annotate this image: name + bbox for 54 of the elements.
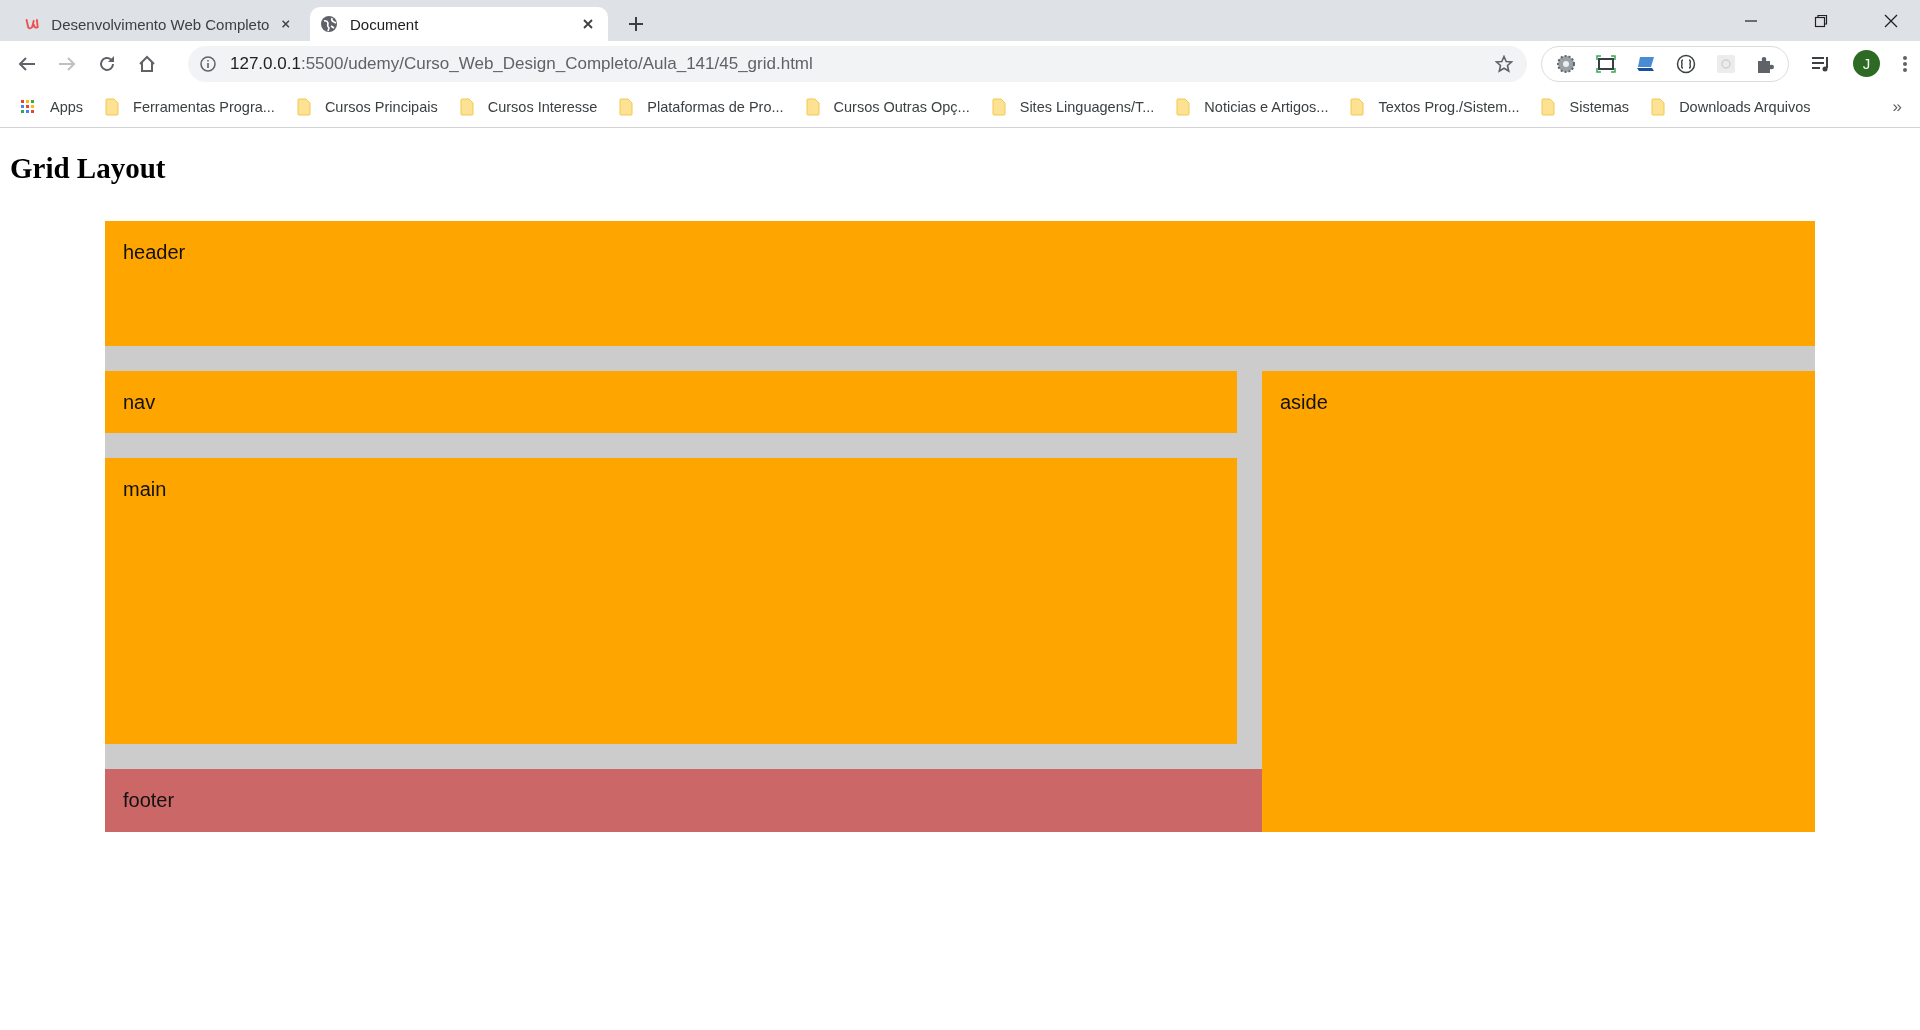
address-bar[interactable]: 127.0.0.1:5500/udemy/Curso_Web_Design_Completo/Aula_141/45_grid.html <box>188 45 1527 82</box>
reload-icon[interactable] <box>98 54 116 73</box>
folder-icon <box>1176 97 1191 116</box>
menu-icon[interactable] <box>1902 54 1908 73</box>
star-icon[interactable] <box>1495 54 1513 73</box>
bookmark-item[interactable]: Downloads Arquivos <box>1651 97 1811 116</box>
puzzle-icon[interactable] <box>1756 54 1774 73</box>
area-label: footer <box>123 789 175 811</box>
bookmark-item[interactable]: Cursos Outras Opç... <box>805 97 970 116</box>
folder-icon <box>105 97 120 116</box>
bookmark-item[interactable]: Textos Prog./Sistem... <box>1350 97 1520 116</box>
folder-icon <box>619 97 634 116</box>
bookmark-item[interactable]: Cursos Interesse <box>459 97 598 116</box>
folder-icon <box>1350 97 1365 116</box>
profile-avatar[interactable]: J <box>1853 50 1880 77</box>
url-text: 127.0.0.1:5500/udemy/Curso_Web_Design_Completo/Aula_141/45_grid.html <box>230 53 813 74</box>
back-arrow-icon[interactable] <box>18 55 36 72</box>
new-tab-icon[interactable] <box>628 16 644 32</box>
folder-icon <box>1541 97 1556 116</box>
bookmark-item[interactable]: Ferramentas Progra... <box>105 97 275 116</box>
area-label: main <box>123 478 167 500</box>
home-icon[interactable] <box>138 54 156 73</box>
tab-title: Desenvolvimento Web Completo <box>51 15 270 33</box>
area-label: nav <box>123 391 156 413</box>
media-list-icon[interactable] <box>1811 54 1831 73</box>
globe-icon <box>320 15 338 33</box>
bookmark-item[interactable]: Apps <box>20 98 84 115</box>
tab-title: Document <box>350 15 420 33</box>
bookmark-item[interactable]: Plataformas de Pro... <box>619 97 784 116</box>
close-icon[interactable] <box>582 18 594 30</box>
bookmark-item[interactable]: Sites Linguagens/T... <box>991 97 1155 116</box>
gear-icon[interactable] <box>1556 53 1576 74</box>
folder-icon <box>459 97 474 116</box>
browser-tab[interactable]: Desenvolvimento Web Completo <box>15 7 305 41</box>
bookmark-item[interactable]: Noticias e Artigos... <box>1176 97 1329 116</box>
area-label: aside <box>1280 391 1328 413</box>
screenshot-frame-icon[interactable] <box>1596 54 1616 73</box>
close-icon[interactable] <box>1884 13 1898 28</box>
info-icon <box>200 55 216 72</box>
bookmark-item[interactable]: Sistemas <box>1541 97 1630 116</box>
more-bookmarks-button[interactable]: » <box>1888 96 1906 117</box>
bookmark-item[interactable]: Cursos Principais <box>296 97 438 116</box>
restore-icon[interactable] <box>1814 13 1828 28</box>
laptop-icon[interactable] <box>1636 54 1656 73</box>
folder-icon <box>296 97 311 116</box>
browser-tab[interactable]: Document <box>310 7 608 41</box>
close-icon[interactable] <box>281 18 291 30</box>
folder-icon <box>805 97 820 116</box>
apps-grid-icon <box>20 98 36 115</box>
area-label: header <box>123 241 186 263</box>
folder-icon <box>991 97 1006 116</box>
folder-icon <box>1651 97 1666 116</box>
page-heading: Grid Layout <box>10 152 167 185</box>
braces-icon[interactable] <box>1676 53 1696 74</box>
